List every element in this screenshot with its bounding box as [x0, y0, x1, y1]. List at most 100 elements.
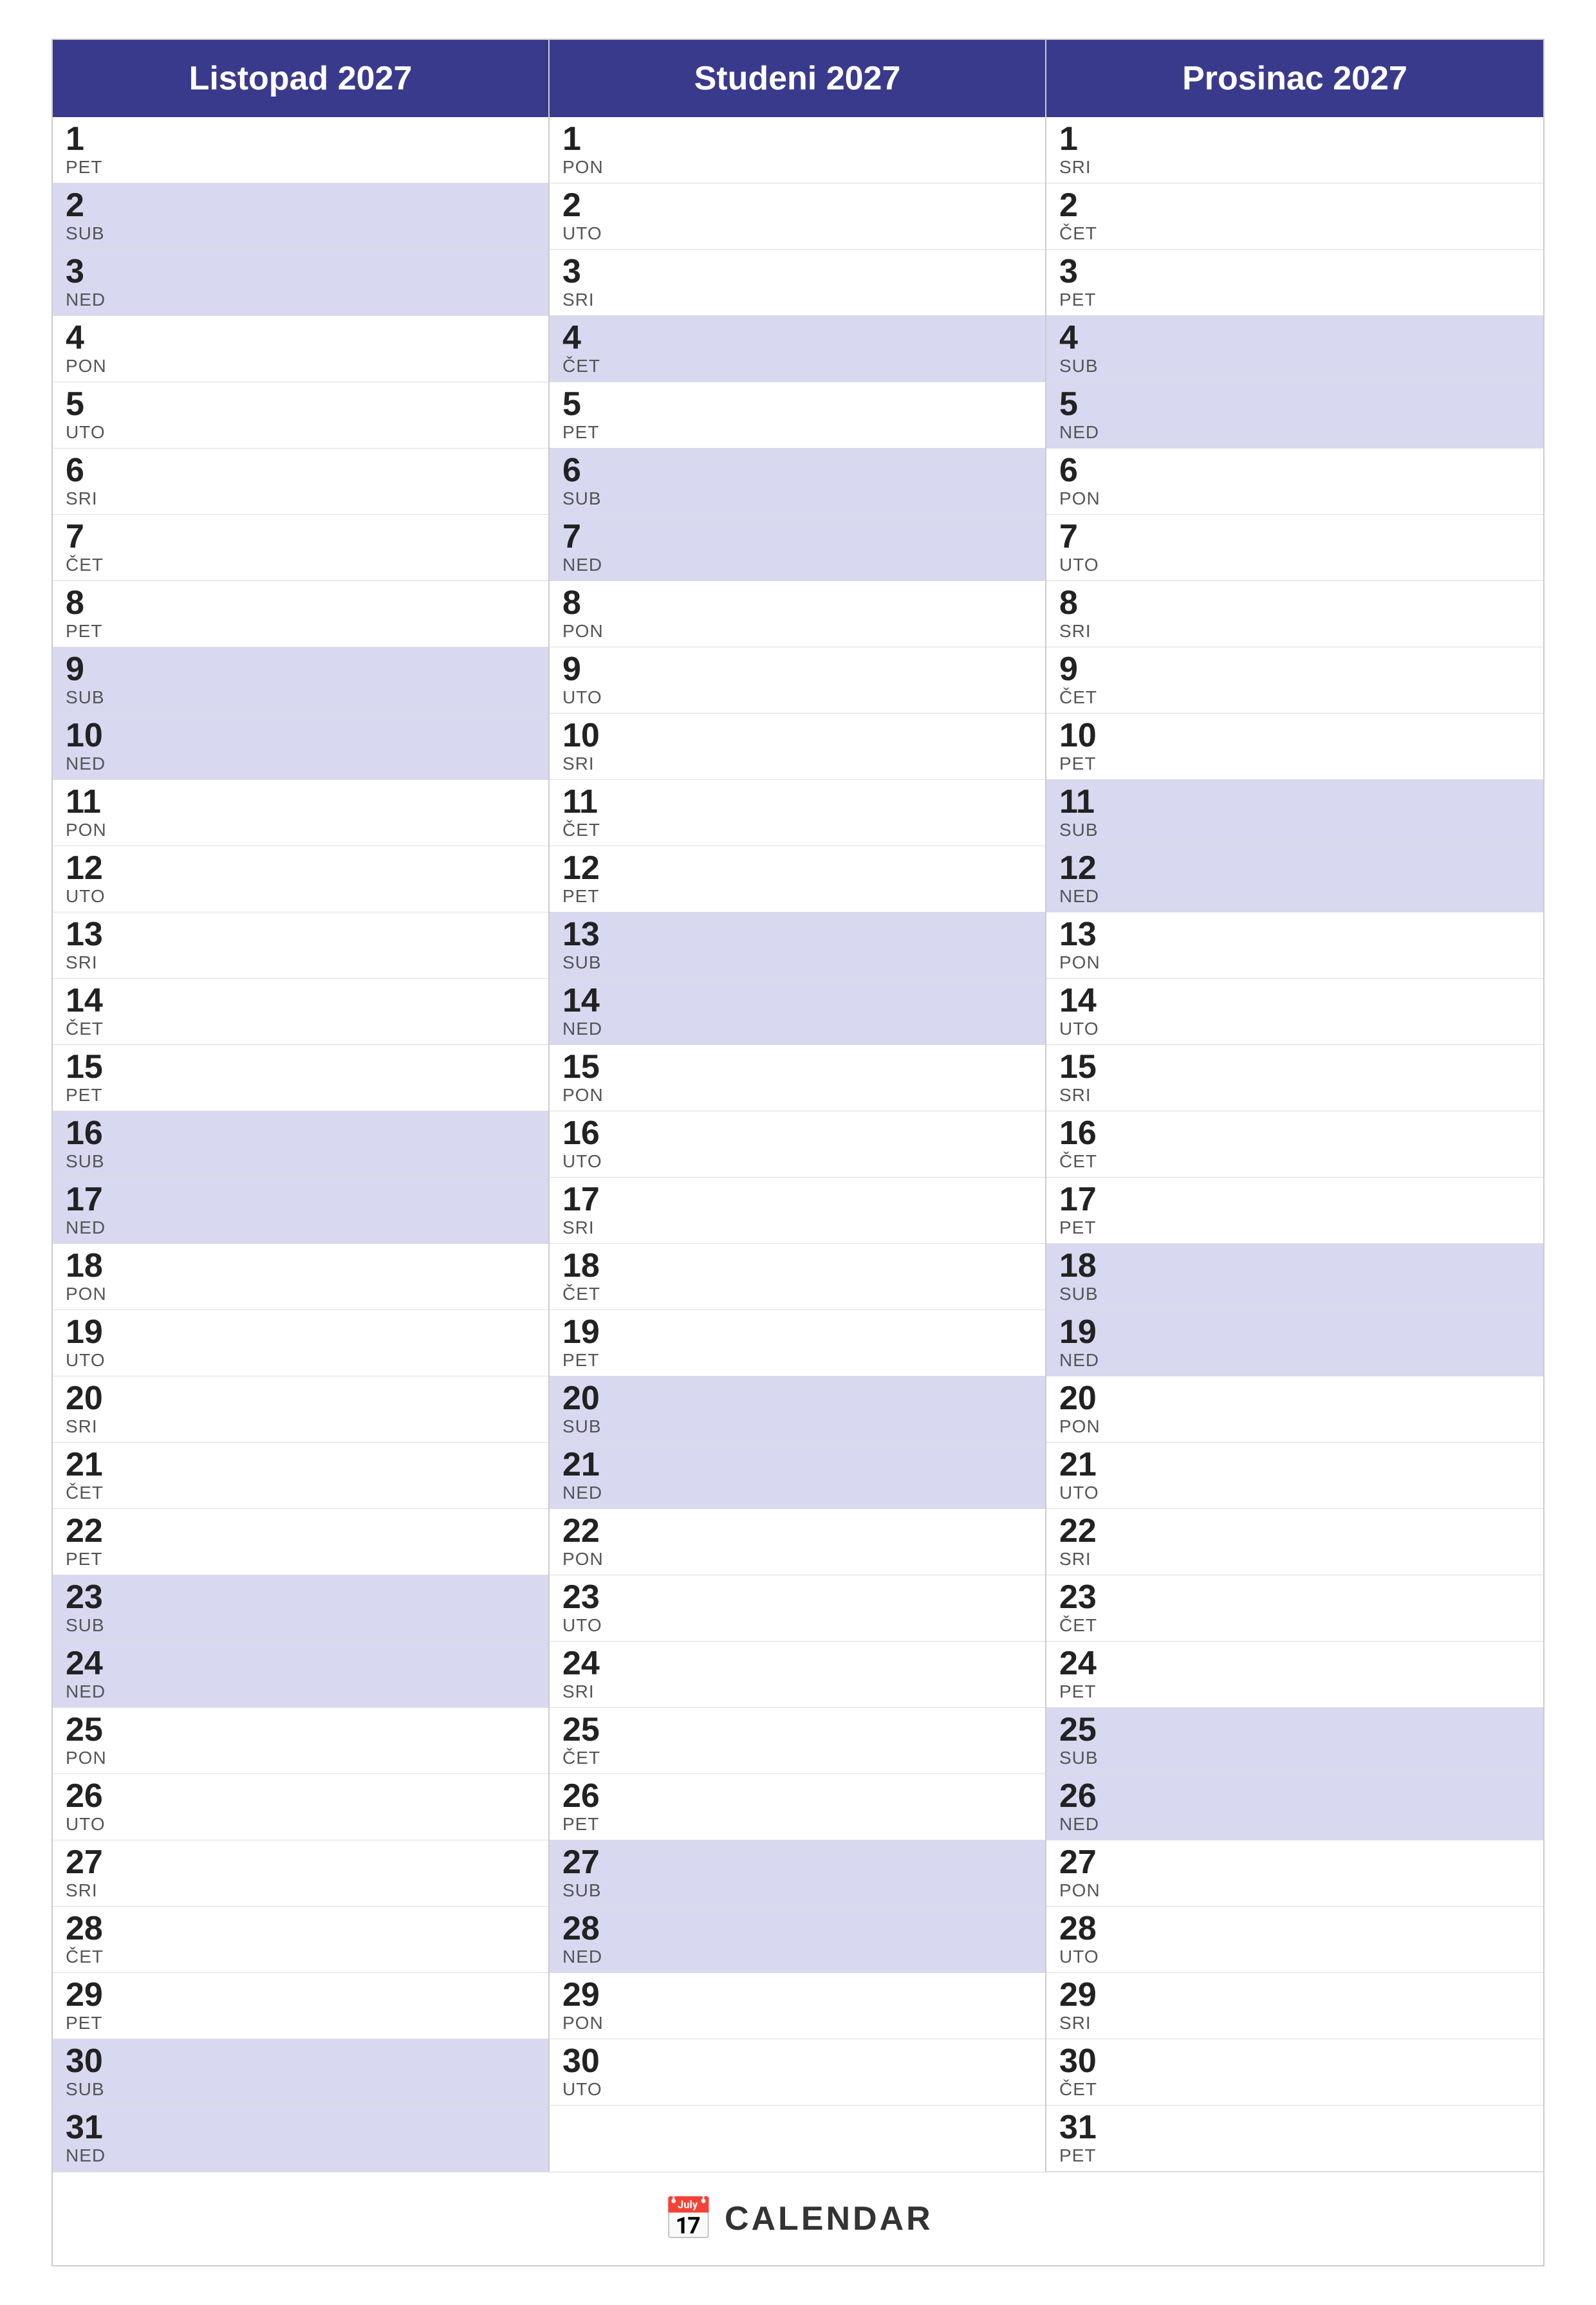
day-name: UTO — [562, 687, 1032, 708]
day-number: 7 — [1059, 520, 1530, 553]
day-number: 2 — [66, 189, 535, 222]
day-number: 28 — [1059, 1912, 1530, 1945]
calendar-icon: 📅 — [663, 2198, 714, 2239]
day-row: 7UTO — [1046, 515, 1543, 581]
day-number: 19 — [1059, 1315, 1530, 1349]
day-name: SUB — [562, 1416, 1032, 1437]
day-row: 30UTO — [550, 2039, 1045, 2106]
day-name: NED — [562, 555, 1032, 575]
day-name: UTO — [66, 886, 535, 907]
day-row: 29SRI — [1046, 1973, 1543, 2039]
day-row: 26UTO — [53, 1774, 548, 1840]
day-row: 12PET — [550, 846, 1045, 912]
day-name: PET — [562, 1814, 1032, 1835]
day-name: SRI — [66, 1880, 535, 1901]
day-name: SRI — [1059, 2013, 1530, 2033]
day-number: 8 — [1059, 586, 1530, 620]
day-number: 10 — [562, 719, 1032, 752]
day-row: 3NED — [53, 250, 548, 316]
day-row: 25PON — [53, 1708, 548, 1774]
day-number: 1 — [1059, 122, 1530, 156]
day-row: 8PET — [53, 581, 548, 647]
day-number: 16 — [66, 1116, 535, 1150]
day-row: 15PET — [53, 1045, 548, 1111]
day-number: 6 — [66, 454, 535, 487]
day-name: PON — [66, 356, 535, 376]
day-name: ČET — [66, 555, 535, 575]
day-row: 5UTO — [53, 382, 548, 449]
day-row: 11ČET — [550, 780, 1045, 846]
day-row: 10PET — [1046, 714, 1543, 780]
day-row: 27SRI — [53, 1840, 548, 1907]
day-number: 28 — [562, 1912, 1032, 1945]
day-name: PET — [66, 1085, 535, 1106]
day-name: UTO — [562, 2079, 1032, 2100]
day-name: UTO — [1059, 555, 1530, 575]
day-number: 16 — [562, 1116, 1032, 1150]
day-number: 3 — [66, 255, 535, 288]
day-name: SUB — [66, 223, 535, 244]
day-name: NED — [66, 1681, 535, 1702]
day-name: UTO — [1059, 1947, 1530, 1967]
day-name: ČET — [562, 1284, 1032, 1304]
day-name: ČET — [562, 356, 1032, 376]
day-number: 20 — [562, 1382, 1032, 1415]
day-row: 31NED — [53, 2106, 548, 2172]
day-row: 16ČET — [1046, 1111, 1543, 1178]
day-row: 13SRI — [53, 912, 548, 979]
day-name: SRI — [1059, 621, 1530, 642]
day-number: 3 — [1059, 255, 1530, 288]
day-row: 24NED — [53, 1642, 548, 1708]
day-number: 13 — [562, 918, 1032, 951]
day-name: PON — [1059, 488, 1530, 509]
day-row: 14NED — [550, 979, 1045, 1045]
day-row: 20SUB — [550, 1376, 1045, 1443]
day-number: 31 — [66, 2111, 535, 2144]
day-number: 25 — [562, 1713, 1032, 1746]
day-number: 10 — [1059, 719, 1530, 752]
day-number: 22 — [562, 1514, 1032, 1548]
day-name: ČET — [562, 1748, 1032, 1768]
day-row: 11SUB — [1046, 780, 1543, 846]
day-name: UTO — [66, 1350, 535, 1371]
day-name: ČET — [1059, 223, 1530, 244]
day-row: 30SUB — [53, 2039, 548, 2106]
day-number: 19 — [562, 1315, 1032, 1349]
month-header-2: Prosinac 2027 — [1046, 40, 1543, 117]
day-number: 18 — [66, 1249, 535, 1282]
month-col-0: 1PET2SUB3NED4PON5UTO6SRI7ČET8PET9SUB10NE… — [53, 117, 550, 2172]
day-number: 12 — [66, 851, 535, 885]
day-row: 25ČET — [550, 1708, 1045, 1774]
day-number: 23 — [1059, 1580, 1530, 1614]
day-row: 30ČET — [1046, 2039, 1543, 2106]
day-name: UTO — [1059, 1483, 1530, 1503]
day-number: 16 — [1059, 1116, 1530, 1150]
day-name: NED — [562, 1947, 1032, 1967]
day-name: SRI — [1059, 1085, 1530, 1106]
day-name: SUB — [1059, 1748, 1530, 1768]
day-number: 23 — [562, 1580, 1032, 1614]
day-name: ČET — [562, 820, 1032, 840]
day-number: 15 — [562, 1050, 1032, 1084]
day-name: SUB — [66, 1615, 535, 1636]
day-name: PON — [562, 1085, 1032, 1106]
day-name: SUB — [66, 2079, 535, 2100]
day-row: 3SRI — [550, 250, 1045, 316]
day-number: 9 — [562, 653, 1032, 686]
day-row: 19NED — [1046, 1310, 1543, 1376]
day-name: PON — [562, 2013, 1032, 2033]
day-number: 23 — [66, 1580, 535, 1614]
day-name: SRI — [562, 290, 1032, 310]
day-number: 22 — [66, 1514, 535, 1548]
day-row: 1SRI — [1046, 117, 1543, 183]
day-name: ČET — [1059, 2079, 1530, 2100]
day-name: PON — [1059, 952, 1530, 973]
calendar: Listopad 2027Studeni 2027Prosinac 2027 1… — [51, 39, 1545, 2266]
day-name: PET — [562, 1350, 1032, 1371]
day-name: SRI — [66, 488, 535, 509]
day-name: SUB — [1059, 356, 1530, 376]
day-row: 9SUB — [53, 647, 548, 714]
day-number: 26 — [66, 1779, 535, 1813]
day-name: UTO — [66, 1814, 535, 1835]
day-row: 23ČET — [1046, 1575, 1543, 1642]
